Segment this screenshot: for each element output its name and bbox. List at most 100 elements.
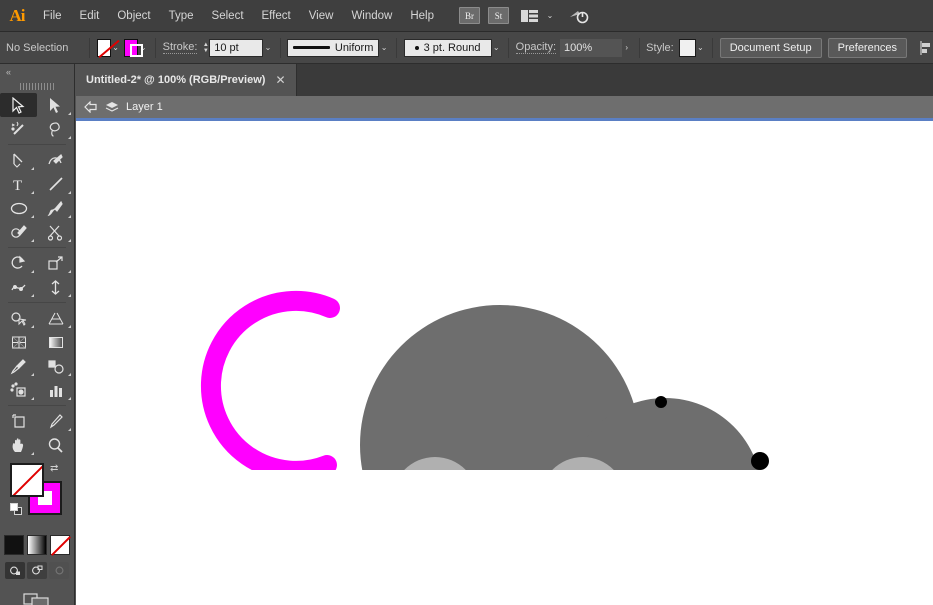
tool-flyout-indicator[interactable] xyxy=(31,452,34,455)
toolbar-fill-swatch[interactable] xyxy=(10,463,44,497)
selection-tool[interactable] xyxy=(0,93,37,117)
tool-flyout-indicator[interactable] xyxy=(68,191,71,194)
gradient-swatch-icon[interactable] xyxy=(27,535,47,555)
draw-inside-icon[interactable] xyxy=(49,562,69,579)
tool-flyout-indicator[interactable] xyxy=(31,270,34,273)
artboard-canvas[interactable] xyxy=(76,121,933,470)
menu-item-view[interactable]: View xyxy=(300,0,343,32)
tool-flyout-indicator[interactable] xyxy=(31,325,34,328)
width-profile-chevron-down-icon[interactable]: ⌄ xyxy=(379,39,388,57)
scissors-eraser-tool[interactable] xyxy=(37,220,74,244)
type-tool[interactable]: T xyxy=(0,172,37,196)
preferences-button[interactable]: Preferences xyxy=(828,38,907,58)
stroke-weight-stepper[interactable]: ▲ ▼ xyxy=(202,39,209,57)
menu-item-edit[interactable]: Edit xyxy=(71,0,109,32)
menu-item-effect[interactable]: Effect xyxy=(253,0,300,32)
width-profile-select[interactable]: Uniform xyxy=(287,39,379,57)
back-arrow-icon[interactable] xyxy=(84,101,98,113)
workspace-switcher-icon[interactable] xyxy=(521,9,539,23)
tool-flyout-indicator[interactable] xyxy=(68,239,71,242)
tool-flyout-indicator[interactable] xyxy=(68,112,71,115)
artboard-canvas-lower[interactable] xyxy=(76,470,933,605)
swap-fill-stroke-icon[interactable]: ⇄ xyxy=(50,463,58,474)
collapse-panel-icon[interactable]: « xyxy=(0,64,74,79)
shape-builder-tool[interactable] xyxy=(0,306,37,330)
tool-flyout-indicator[interactable] xyxy=(68,325,71,328)
symbol-sprayer-tool[interactable] xyxy=(0,378,37,402)
slice-tool[interactable] xyxy=(37,409,74,433)
direct-selection-tool[interactable] xyxy=(37,93,74,117)
brush-definition-select[interactable]: 3 pt. Round xyxy=(404,39,492,57)
stroke-weight-chevron-down-icon[interactable]: ⌄ xyxy=(263,39,272,57)
menu-item-file[interactable]: File xyxy=(34,0,71,32)
document-setup-button[interactable]: Document Setup xyxy=(720,38,822,58)
stroke-weight-label[interactable]: Stroke: xyxy=(163,41,198,54)
tool-flyout-indicator[interactable] xyxy=(31,397,34,400)
none-swatch-icon[interactable] xyxy=(50,535,70,555)
free-transform-tool[interactable] xyxy=(37,275,74,299)
eyedropper-tool[interactable] xyxy=(0,354,37,378)
paintbrush-tool[interactable] xyxy=(37,196,74,220)
change-screen-mode-icon[interactable] xyxy=(0,591,74,605)
magic-wand-tool[interactable] xyxy=(0,117,37,141)
draw-behind-icon[interactable] xyxy=(27,562,47,579)
rotate-tool[interactable] xyxy=(0,251,37,275)
width-tool[interactable] xyxy=(0,275,37,299)
tool-flyout-indicator[interactable] xyxy=(68,428,71,431)
tool-flyout-indicator[interactable] xyxy=(68,136,71,139)
panel-drag-handle[interactable] xyxy=(0,79,74,93)
gradient-tool[interactable] xyxy=(37,330,74,354)
stroke-weight-input[interactable]: 10 pt xyxy=(209,39,263,57)
tool-flyout-indicator[interactable] xyxy=(31,239,34,242)
default-fill-stroke-icon[interactable] xyxy=(10,503,23,516)
opacity-input[interactable]: 100% xyxy=(560,39,622,57)
scale-tool[interactable] xyxy=(37,251,74,275)
tool-flyout-indicator[interactable] xyxy=(68,294,71,297)
align-distribute-icon[interactable] xyxy=(917,40,933,56)
tool-flyout-indicator[interactable] xyxy=(68,373,71,376)
artboard-tool[interactable] xyxy=(0,409,37,433)
perspective-grid-tool[interactable] xyxy=(37,306,74,330)
draw-normal-icon[interactable] xyxy=(5,562,25,579)
document-tab[interactable]: Untitled-2* @ 100% (RGB/Preview) ✕ xyxy=(76,64,297,96)
workspace-chevron-down-icon[interactable]: ⌄ xyxy=(543,7,557,25)
brush-chevron-down-icon[interactable]: ⌄ xyxy=(492,39,501,57)
tool-flyout-indicator[interactable] xyxy=(31,373,34,376)
search-adobe-stock-icon[interactable] xyxy=(569,8,589,24)
color-swatch-icon[interactable] xyxy=(4,535,24,555)
menu-item-type[interactable]: Type xyxy=(160,0,203,32)
bridge-button[interactable]: Br xyxy=(459,7,480,24)
lasso-tool[interactable] xyxy=(37,117,74,141)
zoom-tool[interactable] xyxy=(37,433,74,457)
style-chevron-down-icon[interactable]: ⌄ xyxy=(696,39,705,57)
mesh-tool[interactable] xyxy=(0,330,37,354)
pen-tool[interactable] xyxy=(0,148,37,172)
tool-flyout-indicator[interactable] xyxy=(68,270,71,273)
tool-flyout-indicator[interactable] xyxy=(68,397,71,400)
layers-icon[interactable] xyxy=(105,101,119,113)
stepper-down-icon[interactable]: ▼ xyxy=(203,48,209,54)
menu-item-object[interactable]: Object xyxy=(108,0,159,32)
stock-button[interactable]: St xyxy=(488,7,509,24)
menu-item-help[interactable]: Help xyxy=(401,0,443,32)
stroke-color-swatch[interactable] xyxy=(124,39,138,57)
tool-flyout-indicator[interactable] xyxy=(31,191,34,194)
column-graph-tool[interactable] xyxy=(37,378,74,402)
shaper-pencil-tool[interactable] xyxy=(0,220,37,244)
menu-item-select[interactable]: Select xyxy=(203,0,253,32)
menu-item-window[interactable]: Window xyxy=(342,0,401,32)
fill-color-swatch[interactable] xyxy=(97,39,111,57)
blend-tool[interactable] xyxy=(37,354,74,378)
ellipse-tool[interactable] xyxy=(0,196,37,220)
opacity-label[interactable]: Opacity: xyxy=(516,41,556,54)
layer-name-label[interactable]: Layer 1 xyxy=(126,101,163,113)
close-icon[interactable]: ✕ xyxy=(275,74,285,86)
tool-flyout-indicator[interactable] xyxy=(68,215,71,218)
curvature-tool[interactable] xyxy=(37,148,74,172)
line-segment-tool[interactable] xyxy=(37,172,74,196)
tool-flyout-indicator[interactable] xyxy=(31,294,34,297)
tool-flyout-indicator[interactable] xyxy=(31,215,34,218)
tool-flyout-indicator[interactable] xyxy=(31,167,34,170)
opacity-expand-icon[interactable]: › xyxy=(622,39,631,57)
hand-tool[interactable] xyxy=(0,433,37,457)
